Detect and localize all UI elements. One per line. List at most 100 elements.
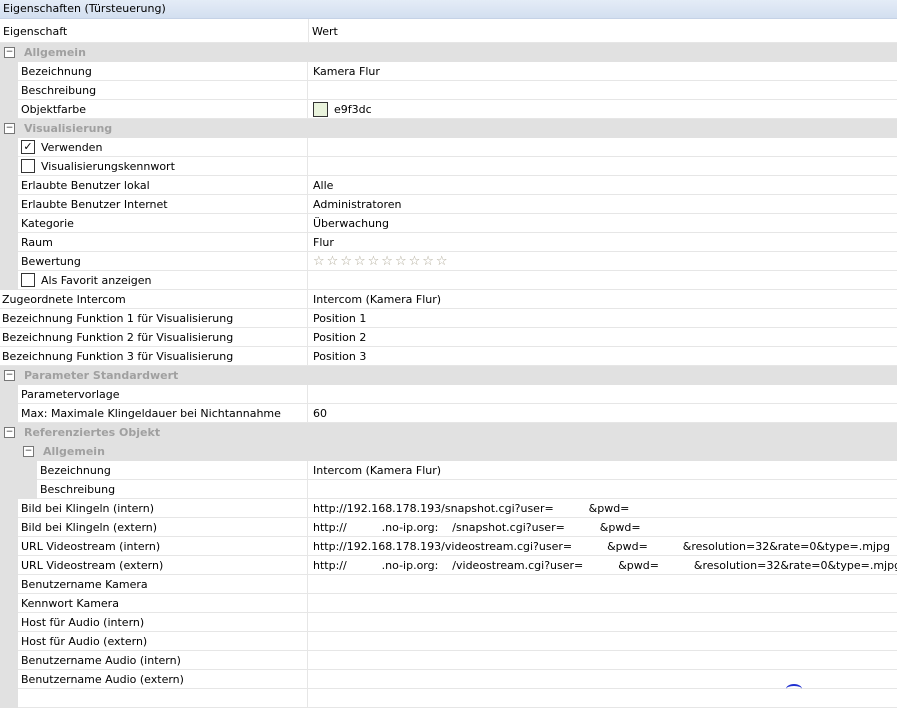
property-name-cell[interactable]: Objektfarbe [18,100,308,119]
property-name-cell[interactable]: URL Videostream (intern) [18,537,308,556]
property-value-cell[interactable] [308,632,897,651]
property-row[interactable]: Bewertung ☆ ☆ ☆ ☆ ☆ ☆ ☆ ☆ ☆ ☆ [0,252,897,271]
property-row[interactable]: Bezeichnung Funktion 3 für Visualisierun… [0,347,897,366]
property-value-cell[interactable]: Administratoren [308,195,897,214]
checkbox-checked[interactable]: ✓ [21,140,35,154]
property-value-cell[interactable] [308,651,897,670]
property-value-cell[interactable] [308,689,897,708]
property-name-cell[interactable]: Bezeichnung Funktion 2 für Visualisierun… [0,328,308,347]
property-name-cell[interactable]: Kategorie [18,214,308,233]
property-row[interactable]: Benutzername Audio (intern) [0,651,897,670]
column-header-value[interactable]: Wert [309,19,338,42]
property-row[interactable]: Kennwort Kamera [0,594,897,613]
property-name-cell[interactable]: Host für Audio (intern) [18,613,308,632]
property-row[interactable]: Erlaubte Benutzer lokal Alle [0,176,897,195]
star-empty-icon[interactable]: ☆ [327,254,339,269]
column-header-property[interactable]: Eigenschaft [0,19,309,42]
property-row[interactable]: Parametervorlage [0,385,897,404]
star-empty-icon[interactable]: ☆ [354,254,366,269]
property-name-cell[interactable]: ✓ Verwenden [18,138,308,157]
property-value-cell[interactable] [308,138,897,157]
collapse-icon[interactable]: − [23,446,34,457]
star-empty-icon[interactable]: ☆ [422,254,434,269]
property-value-cell[interactable]: Position 3 [308,347,897,366]
checkbox-unchecked[interactable] [21,159,35,173]
property-name-cell[interactable]: Benutzername Kamera [18,575,308,594]
property-name-cell[interactable]: Bezeichnung [37,461,308,480]
checkbox-unchecked[interactable] [21,273,35,287]
property-value-cell[interactable]: 60 [308,404,897,423]
star-empty-icon[interactable]: ☆ [436,254,448,269]
property-row[interactable]: Bezeichnung Kamera Flur [0,62,897,81]
property-row[interactable]: Bezeichnung Funktion 1 für Visualisierun… [0,309,897,328]
star-empty-icon[interactable]: ☆ [368,254,380,269]
collapse-icon[interactable]: − [4,123,15,134]
property-row[interactable]: Beschreibung [0,480,897,499]
property-row[interactable]: Host für Audio (intern) [0,613,897,632]
property-value-cell[interactable]: Kamera Flur [308,62,897,81]
property-row[interactable]: Benutzername Kamera [0,575,897,594]
property-row[interactable]: Kategorie Überwachung [0,214,897,233]
property-name-cell[interactable] [18,689,308,708]
collapse-icon[interactable]: − [4,370,15,381]
property-value-cell[interactable]: http:// .no-ip.org: /snapshot.cgi?user= … [308,518,897,537]
property-name-cell[interactable]: Bezeichnung [18,62,308,81]
property-value-cell[interactable]: e9f3dc [308,100,897,119]
property-value-cell[interactable] [308,613,897,632]
property-name-cell[interactable]: Bezeichnung Funktion 3 für Visualisierun… [0,347,308,366]
star-empty-icon[interactable]: ☆ [340,254,352,269]
property-name-cell[interactable]: URL Videostream (extern) [18,556,308,575]
property-name-cell[interactable]: Als Favorit anzeigen [18,271,308,290]
property-value-cell[interactable] [308,385,897,404]
property-name-cell[interactable]: Parametervorlage [18,385,308,404]
property-name-cell[interactable]: Raum [18,233,308,252]
property-row[interactable]: Max: Maximale Klingeldauer bei Nichtanna… [0,404,897,423]
property-name-cell[interactable]: Host für Audio (extern) [18,632,308,651]
property-row[interactable]: Erlaubte Benutzer Internet Administratore… [0,195,897,214]
property-row[interactable]: Bild bei Klingeln (intern) http://192.168… [0,499,897,518]
property-row[interactable] [0,689,897,708]
property-value-cell[interactable]: Position 2 [308,328,897,347]
property-row[interactable]: Raum Flur [0,233,897,252]
property-row[interactable]: URL Videostream (intern) http://192.168.1… [0,537,897,556]
property-value-cell[interactable]: http:// .no-ip.org: /videostream.cgi?use… [308,556,897,575]
property-value-cell[interactable] [308,670,897,689]
property-name-cell[interactable]: Beschreibung [37,480,308,499]
property-row[interactable]: Host für Audio (extern) [0,632,897,651]
property-value-cell[interactable] [308,271,897,290]
property-value-cell[interactable]: Intercom (Kamera Flur) [308,290,897,309]
property-value-cell[interactable]: Alle [308,176,897,195]
property-value-cell[interactable]: Position 1 [308,309,897,328]
property-row[interactable]: Objektfarbe e9f3dc [0,100,897,119]
property-row[interactable]: Bezeichnung Intercom (Kamera Flur) [0,461,897,480]
star-empty-icon[interactable]: ☆ [395,254,407,269]
property-name-cell[interactable]: Bild bei Klingeln (extern) [18,518,308,537]
star-empty-icon[interactable]: ☆ [313,254,325,269]
category-row[interactable]: − Allgemein [0,442,897,461]
property-value-cell[interactable]: Flur [308,233,897,252]
property-row[interactable]: Bezeichnung Funktion 2 für Visualisierun… [0,328,897,347]
property-value-cell[interactable]: http://192.168.178.193/videostream.cgi?u… [308,537,897,556]
property-name-cell[interactable]: Erlaubte Benutzer lokal [18,176,308,195]
property-name-cell[interactable]: Bewertung [18,252,308,271]
property-name-cell[interactable]: Visualisierungskennwort [18,157,308,176]
property-row[interactable]: ✓ Verwenden [0,138,897,157]
property-row[interactable]: Zugeordnete Intercom Intercom (Kamera Flu… [0,290,897,309]
property-name-cell[interactable]: Beschreibung [18,81,308,100]
property-name-cell[interactable]: Kennwort Kamera [18,594,308,613]
property-name-cell[interactable]: Zugeordnete Intercom [0,290,308,309]
property-value-cell[interactable] [308,480,897,499]
property-name-cell[interactable]: Erlaubte Benutzer Internet [18,195,308,214]
property-value-cell[interactable] [308,575,897,594]
property-value-cell[interactable]: Überwachung [308,214,897,233]
collapse-icon[interactable]: − [4,47,15,58]
property-row[interactable]: Als Favorit anzeigen [0,271,897,290]
category-row[interactable]: − Allgemein [0,43,897,62]
property-name-cell[interactable]: Benutzername Audio (intern) [18,651,308,670]
property-value-cell[interactable]: http://192.168.178.193/snapshot.cgi?user… [308,499,897,518]
property-value-cell[interactable] [308,81,897,100]
property-name-cell[interactable]: Max: Maximale Klingeldauer bei Nichtanna… [18,404,308,423]
property-row[interactable]: URL Videostream (extern) http:// .no-ip.o… [0,556,897,575]
category-row[interactable]: − Referenziertes Objekt [0,423,897,442]
property-row[interactable]: Visualisierungskennwort [0,157,897,176]
